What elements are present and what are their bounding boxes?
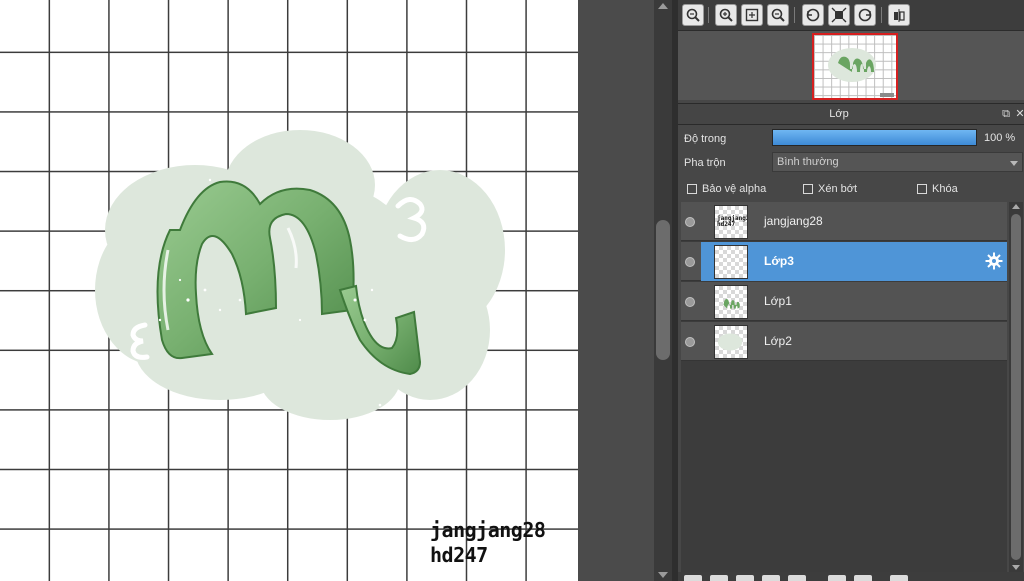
new-layer-icon[interactable] xyxy=(684,575,702,581)
flip-icon[interactable] xyxy=(888,4,910,26)
scroll-up-arrow-icon[interactable] xyxy=(1012,204,1020,209)
clipping-checkbox[interactable]: Xén bớt xyxy=(803,183,857,195)
layers-panel-title: Lớp xyxy=(829,108,849,120)
blend-mode-select[interactable]: Bình thường xyxy=(772,152,1023,172)
signature-line1: jangjang28 xyxy=(430,518,546,542)
merge-layer-icon[interactable] xyxy=(736,575,754,581)
visibility-eye-icon[interactable] xyxy=(685,217,695,227)
checkbox-box[interactable] xyxy=(803,184,813,194)
duplicate-layer-icon[interactable] xyxy=(710,575,728,581)
folder-icon[interactable] xyxy=(762,575,780,581)
checkbox-box[interactable] xyxy=(687,184,697,194)
scroll-down-arrow-icon[interactable] xyxy=(658,572,668,578)
protect-alpha-checkbox[interactable]: Bảo vệ alpha xyxy=(687,183,766,195)
app-window: jangjang28 hd247 Lớp ⧉ ✕ Độ trong 100 % … xyxy=(0,0,1024,581)
opacity-slider-fill xyxy=(773,130,976,145)
layer-thumbnail xyxy=(714,285,748,319)
rotate-left-icon[interactable] xyxy=(802,4,824,26)
undock-icon[interactable]: ⧉ xyxy=(1000,108,1012,120)
checkbox-box[interactable] xyxy=(917,184,927,194)
thumbnail-text: jangjang28 hd247 xyxy=(717,216,747,228)
blend-mode-label: Pha trộn xyxy=(684,157,726,169)
scroll-thumb[interactable] xyxy=(1011,214,1021,560)
layer-list: jangjang28 hd247 jangjang28 Lớp3 xyxy=(681,202,1007,572)
layer-actions-bar xyxy=(678,572,1024,581)
zoom-fit-icon[interactable] xyxy=(682,4,704,26)
navigator-preview[interactable] xyxy=(678,30,1024,100)
lock-checkbox[interactable]: Khóa xyxy=(917,183,958,195)
zoom-in-icon[interactable] xyxy=(715,4,737,26)
scroll-up-arrow-icon[interactable] xyxy=(658,3,668,9)
visibility-eye-icon[interactable] xyxy=(685,257,695,267)
toolbar-separator xyxy=(794,7,795,23)
thumbnail-text-line2: hd247 xyxy=(717,221,736,228)
clear-layer-icon[interactable] xyxy=(828,575,846,581)
layer-name: Lớp3 xyxy=(764,254,794,268)
toolbar-separator xyxy=(708,7,709,23)
opacity-label: Độ trong xyxy=(684,133,727,145)
right-panel: Lớp ⧉ ✕ Độ trong 100 % Pha trộn Bình thư… xyxy=(678,0,1024,581)
visibility-eye-icon[interactable] xyxy=(685,297,695,307)
layer-name: Lớp2 xyxy=(764,334,792,348)
artwork xyxy=(95,130,505,420)
chevron-down-icon xyxy=(1010,161,1018,166)
navigator-thumbnail[interactable] xyxy=(812,33,898,100)
layer-name: jangjang28 xyxy=(764,214,823,228)
trash-icon[interactable] xyxy=(890,575,908,581)
layer-list-scrollbar[interactable] xyxy=(1009,202,1023,572)
canvas-vertical-scrollbar[interactable] xyxy=(654,0,672,581)
layer-thumbnail: jangjang28 hd247 xyxy=(714,205,748,239)
signature-text: jangjang28 hd247 xyxy=(430,518,546,568)
layer-name: Lớp1 xyxy=(764,294,792,308)
gear-icon[interactable] xyxy=(985,252,1003,270)
layers-panel-header: Lớp ⧉ ✕ xyxy=(678,103,1024,125)
fit-window-icon[interactable] xyxy=(741,4,763,26)
thumbnail-signature xyxy=(880,93,894,97)
checkbox-label: Xén bớt xyxy=(818,183,858,195)
toolbar-separator xyxy=(881,7,882,23)
zoom-out-icon[interactable] xyxy=(767,4,789,26)
opacity-value: 100 % xyxy=(984,132,1016,144)
cloud-shape xyxy=(95,130,505,420)
signature-line2: hd247 xyxy=(430,543,488,567)
scroll-down-arrow-icon[interactable] xyxy=(1012,565,1020,570)
opacity-slider[interactable] xyxy=(772,129,977,146)
move-layer-icon[interactable] xyxy=(854,575,872,581)
blend-mode-value: Bình thường xyxy=(777,156,839,168)
layer-row-selected[interactable]: Lớp3 xyxy=(681,242,1007,281)
scroll-thumb[interactable] xyxy=(656,220,670,360)
actual-size-icon[interactable] xyxy=(828,4,850,26)
drawing-canvas[interactable]: jangjang28 hd247 xyxy=(0,0,578,581)
layer-thumbnail xyxy=(714,325,748,359)
layer-settings-icon[interactable] xyxy=(788,575,806,581)
rotate-right-icon[interactable] xyxy=(854,4,876,26)
visibility-eye-icon[interactable] xyxy=(685,337,695,347)
canvas-gutter xyxy=(578,0,654,581)
navigator-toolbar xyxy=(678,0,1024,30)
close-icon[interactable]: ✕ xyxy=(1014,108,1024,120)
layer-thumbnail xyxy=(714,245,748,279)
layer-row[interactable]: Lớp1 xyxy=(681,282,1007,321)
checkbox-label: Khóa xyxy=(932,183,958,195)
checkbox-label: Bảo vệ alpha xyxy=(702,183,767,195)
layer-row[interactable]: Lớp2 xyxy=(681,322,1007,361)
layer-row[interactable]: jangjang28 hd247 jangjang28 xyxy=(681,202,1007,241)
